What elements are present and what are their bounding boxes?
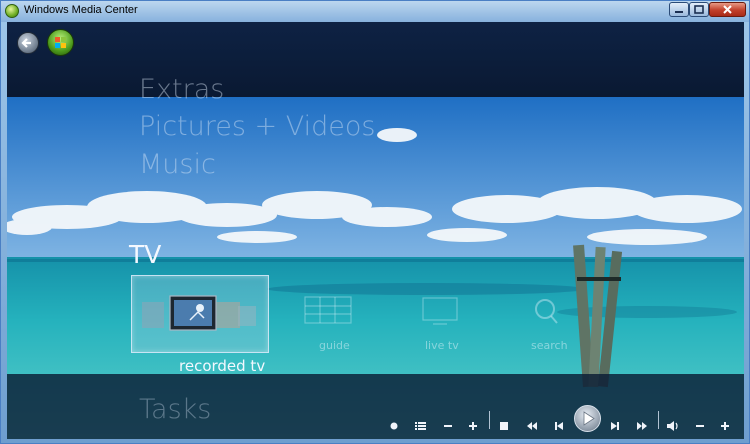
volume-down-icon [696,425,704,427]
label-recorded-tv: recorded tv [179,357,266,375]
channel-up-button[interactable] [467,418,479,434]
guide-icon [304,296,352,324]
stop-icon [500,422,508,430]
volume-up-button[interactable] [719,418,731,434]
menu-section-tv[interactable]: TV [129,240,161,269]
back-arrow-icon [21,38,31,48]
minimize-icon [675,11,683,13]
play-button[interactable] [574,405,601,432]
channel-down-icon [444,425,452,427]
tile-search[interactable] [521,294,571,328]
skip-back-icon [555,422,563,430]
back-button[interactable] [17,32,39,54]
record-icon [390,422,398,430]
volume-up-icon [721,422,729,430]
record-button[interactable] [388,418,400,434]
menu-item-pictures-videos[interactable]: Pictures + Videos [139,111,375,142]
label-search: search [531,339,568,352]
window-title: Windows Media Center [24,4,138,16]
menu-item-extras[interactable]: Extras [139,74,224,105]
header-band [7,22,744,97]
label-guide: guide [319,339,350,352]
maximize-icon [694,5,704,14]
volume-icon [667,421,678,431]
maximize-button[interactable] [689,2,709,17]
rewind-button[interactable] [525,418,539,434]
transport-bar [7,374,744,439]
separator [658,411,659,429]
start-orb-button[interactable] [47,29,74,56]
media-center-app-icon [5,4,19,18]
close-icon [723,5,732,14]
menu-item-music[interactable]: Music [139,149,216,180]
skip-forward-icon [611,422,619,430]
minimize-button[interactable] [669,2,689,17]
channel-down-button[interactable] [442,418,454,434]
skip-back-button[interactable] [553,418,565,434]
play-icon [583,411,595,426]
volume-button[interactable] [666,418,680,434]
stop-button[interactable] [498,418,510,434]
search-icon [535,299,558,324]
skip-forward-button[interactable] [609,418,621,434]
tile-guide[interactable] [303,294,353,328]
live-tv-icon [422,297,458,325]
recorded-tv-icon [142,295,256,331]
fast-forward-icon [637,422,647,430]
menu-list-icon [415,422,426,430]
tile-live-tv[interactable] [415,294,465,328]
windows-start-orb-icon [55,37,66,48]
close-button[interactable] [709,2,746,17]
media-center-window: Windows Media Center Extras Pictures + V… [0,0,750,444]
media-center-content: Extras Pictures + Videos Music TV guide … [7,22,744,439]
channel-up-icon [469,422,477,430]
title-bar[interactable]: Windows Media Center [1,1,749,22]
tile-recorded-tv[interactable] [131,275,269,353]
menu-item-tasks[interactable]: Tasks [139,394,211,425]
fast-forward-button[interactable] [635,418,649,434]
rewind-icon [527,422,537,430]
volume-down-button[interactable] [694,418,706,434]
menu-list-button[interactable] [414,418,428,434]
label-live-tv: live tv [425,339,459,352]
separator [489,411,490,429]
